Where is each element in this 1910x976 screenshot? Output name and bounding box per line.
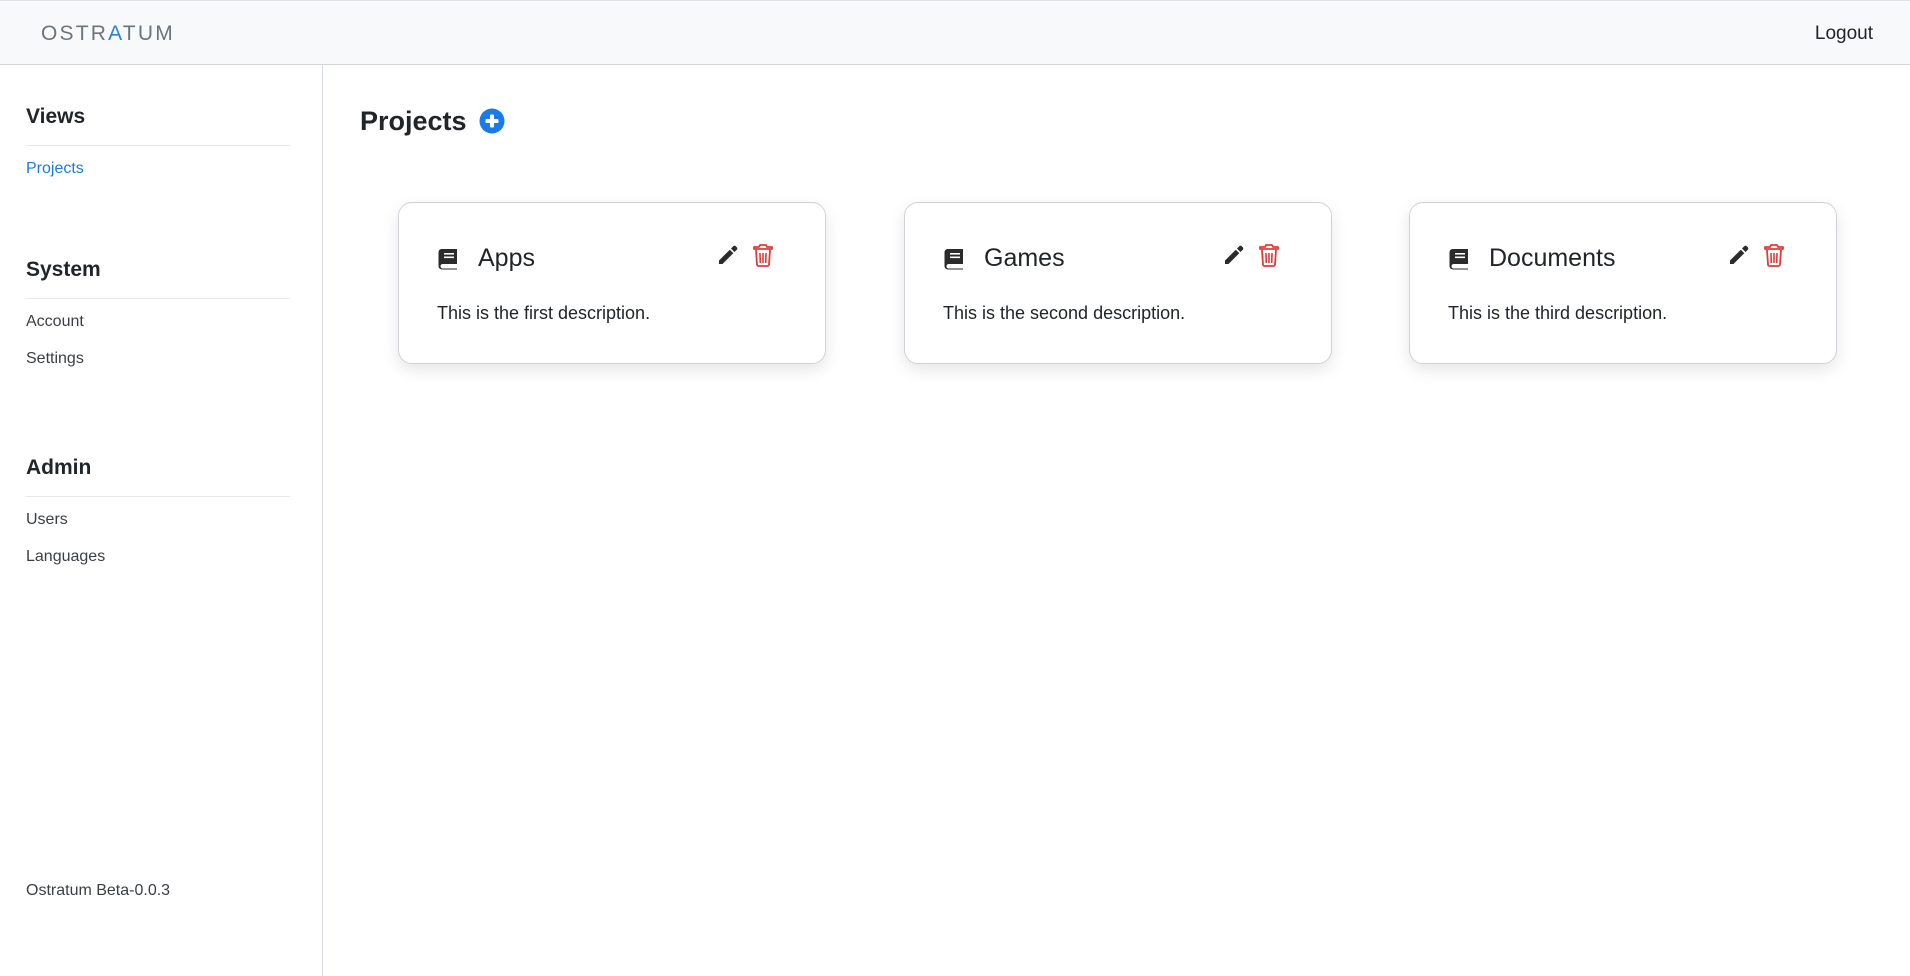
edit-project-button[interactable]	[1222, 243, 1246, 267]
trash-icon	[1764, 244, 1784, 267]
project-title: Apps	[478, 244, 535, 272]
plus-circle-icon	[479, 108, 505, 134]
pencil-icon	[1225, 245, 1244, 264]
sidebar-section-views: Views Projects	[26, 105, 290, 183]
project-title: Documents	[1489, 244, 1616, 272]
sidebar: Views Projects System Account Settings A…	[0, 65, 323, 976]
sidebar-item-account[interactable]: Account	[26, 313, 290, 336]
sidebar-item-users[interactable]: Users	[26, 511, 290, 534]
page-title: Projects	[360, 106, 467, 136]
pencil-icon	[1730, 245, 1749, 264]
trash-icon	[1259, 244, 1279, 267]
sidebar-item-settings[interactable]: Settings	[26, 350, 290, 373]
top-navbar: OSTRATUM Logout	[0, 0, 1910, 65]
logo-text-accent: A	[108, 22, 123, 45]
sidebar-item-languages[interactable]: Languages	[26, 548, 290, 571]
delete-project-button[interactable]	[752, 243, 774, 267]
book-icon	[436, 247, 460, 271]
logo-text-start: OSTR	[41, 22, 109, 45]
delete-project-button[interactable]	[1763, 243, 1785, 267]
pencil-icon	[719, 245, 738, 264]
project-description: This is the third description.	[1448, 303, 1668, 323]
add-project-button[interactable]	[479, 108, 505, 134]
project-description: This is the second description.	[943, 303, 1186, 323]
project-card-documents[interactable]: Documents This is the third description.	[1409, 202, 1837, 364]
project-card-games[interactable]: Games This is the second description.	[904, 202, 1332, 364]
sidebar-item-projects[interactable]: Projects	[26, 160, 290, 183]
logout-link[interactable]: Logout	[1815, 23, 1873, 45]
project-description: This is the first description.	[437, 303, 651, 323]
book-icon	[942, 247, 966, 271]
project-title: Games	[984, 244, 1065, 272]
app-version: Ostratum Beta-0.0.3	[26, 882, 171, 899]
sidebar-section-title: System	[26, 258, 290, 299]
delete-project-button[interactable]	[1258, 243, 1280, 267]
sidebar-section-title: Views	[26, 105, 290, 146]
project-card-apps[interactable]: Apps This is the first description.	[398, 202, 826, 364]
book-icon	[1447, 247, 1471, 271]
sidebar-section-system: System Account Settings	[26, 258, 290, 373]
logo-text-end: TUM	[122, 22, 175, 45]
brand-logo[interactable]: OSTRATUM	[41, 22, 175, 46]
sidebar-section-admin: Admin Users Languages	[26, 456, 290, 571]
edit-project-button[interactable]	[1727, 243, 1751, 267]
edit-project-button[interactable]	[716, 243, 740, 267]
sidebar-section-title: Admin	[26, 456, 290, 497]
trash-icon	[753, 244, 773, 267]
